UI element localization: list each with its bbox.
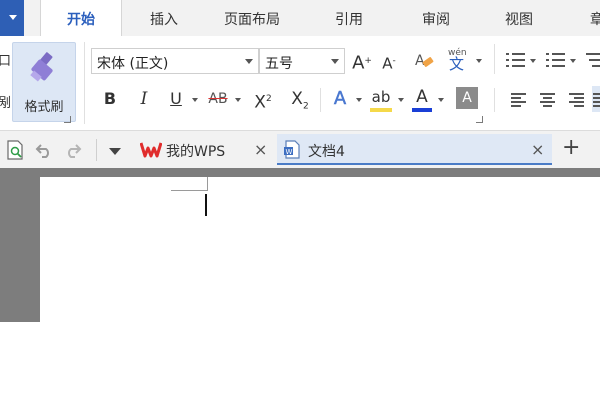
font-color-button[interactable]: A xyxy=(410,84,434,112)
toolbar-separator xyxy=(96,139,97,161)
superscript-mark: 2 xyxy=(265,94,272,104)
tab-references[interactable]: 引用 xyxy=(335,0,363,36)
text-cursor xyxy=(205,194,207,216)
grow-font-button[interactable]: A+ xyxy=(350,48,374,74)
close-icon[interactable]: × xyxy=(254,140,267,159)
highlight-button[interactable]: ab xyxy=(368,84,394,112)
strikethrough-button[interactable]: AB xyxy=(205,86,231,112)
chevron-down-icon[interactable] xyxy=(476,59,482,63)
tab-page-layout[interactable]: 页面布局 xyxy=(224,0,280,36)
shrink-font-sup: - xyxy=(392,56,396,66)
group-separator xyxy=(494,88,495,112)
menu-bar: 开始 插入 页面布局 引用 审阅 视图 章 xyxy=(0,0,600,36)
svg-text:A: A xyxy=(415,53,425,69)
chevron-down-icon xyxy=(9,15,17,20)
tab-home[interactable]: 开始 xyxy=(40,0,122,36)
format-painter-label: 格式刷 xyxy=(24,100,64,115)
superscript-glyph: X xyxy=(254,92,266,113)
tab-insert[interactable]: 插入 xyxy=(150,0,178,36)
redo-icon[interactable] xyxy=(64,142,82,158)
grow-font-glyph: A xyxy=(352,52,365,74)
phonetic-guide-button[interactable]: wén 文 xyxy=(446,46,472,76)
font-color-glyph: A xyxy=(416,87,428,107)
align-left-icon[interactable] xyxy=(511,93,526,107)
group-separator xyxy=(494,44,495,74)
chevron-down-icon[interactable] xyxy=(192,98,198,102)
bold-button[interactable]: B xyxy=(99,86,121,112)
font-name-value: 宋体 (正文) xyxy=(97,56,169,72)
tab-my-wps[interactable]: 我的WPS × xyxy=(132,134,276,165)
chevron-down-icon xyxy=(331,59,339,64)
paintbrush-icon xyxy=(30,52,53,82)
text-effect-button[interactable]: A xyxy=(328,86,352,112)
tab-my-wps-label: 我的WPS xyxy=(166,144,226,160)
partial-label-bottom: 剐 xyxy=(0,96,12,111)
clear-formatting-button[interactable]: A xyxy=(412,48,436,74)
tab-view[interactable]: 视图 xyxy=(505,0,533,36)
chevron-down-icon[interactable] xyxy=(570,59,576,63)
font-color-bar xyxy=(412,108,432,112)
customize-toolbar-chevron-icon[interactable] xyxy=(109,148,121,155)
document-tab-bar: 我的WPS × W 文档4 × + xyxy=(0,131,600,168)
chevron-down-icon xyxy=(245,59,253,64)
justify-button[interactable] xyxy=(592,86,600,112)
wps-logo-icon xyxy=(140,142,162,158)
chevron-down-icon[interactable] xyxy=(398,98,404,102)
highlight-color-bar xyxy=(370,108,392,112)
font-size-select[interactable]: 五号 xyxy=(259,48,345,74)
align-right-icon[interactable] xyxy=(569,93,584,107)
ribbon-left-partial: 口 剐 xyxy=(0,36,12,130)
font-name-select[interactable]: 宋体 (正文) xyxy=(91,48,259,74)
shrink-font-button[interactable]: A- xyxy=(377,48,401,74)
chevron-down-icon[interactable] xyxy=(438,98,444,102)
print-preview-icon[interactable] xyxy=(6,140,24,160)
partial-label-top: 口 xyxy=(0,54,12,69)
close-icon[interactable]: × xyxy=(531,140,544,159)
superscript-button[interactable]: X2 xyxy=(250,86,276,113)
new-tab-plus-icon[interactable]: + xyxy=(562,135,580,160)
document-workspace xyxy=(0,168,600,322)
tab-document-4-label: 文档4 xyxy=(308,144,345,160)
document-icon: W xyxy=(284,140,300,159)
clipboard-group-launcher[interactable] xyxy=(64,116,71,123)
undo-icon[interactable] xyxy=(35,142,53,158)
tab-chapter[interactable]: 章 xyxy=(590,0,600,36)
group-separator xyxy=(320,88,321,112)
underline-button[interactable]: U xyxy=(165,86,187,112)
format-painter-button[interactable]: 格式刷 xyxy=(12,42,76,122)
tab-review[interactable]: 审阅 xyxy=(422,0,450,36)
chevron-down-icon[interactable] xyxy=(356,98,362,102)
margin-corner-mark xyxy=(171,190,207,191)
margin-corner-mark xyxy=(207,177,208,191)
character-shading-button[interactable]: A xyxy=(456,87,478,109)
eraser-icon: A xyxy=(415,53,434,69)
align-center-icon[interactable] xyxy=(540,93,555,107)
app-menu-button[interactable] xyxy=(0,0,24,36)
align-justify-icon xyxy=(593,93,600,107)
chevron-down-icon[interactable] xyxy=(530,59,536,63)
phonetic-char: 文 xyxy=(449,55,465,73)
font-size-value: 五号 xyxy=(265,56,293,72)
document-page[interactable] xyxy=(40,177,600,322)
group-separator xyxy=(84,42,85,124)
svg-text:W: W xyxy=(286,148,293,156)
numbered-list-icon[interactable] xyxy=(546,53,566,69)
tab-document-4[interactable]: W 文档4 × xyxy=(277,134,552,165)
highlight-glyph: ab xyxy=(371,88,391,106)
ribbon: 口 剐 格式刷 宋体 (正文) 五号 A+ A- A wén 文 B I U A… xyxy=(0,36,600,131)
subscript-button[interactable]: X2 xyxy=(287,86,313,112)
shrink-font-glyph: A xyxy=(382,54,393,73)
italic-button[interactable]: I xyxy=(133,86,155,112)
bullet-list-icon[interactable] xyxy=(506,53,526,69)
subscript-mark: 2 xyxy=(302,101,309,112)
subscript-glyph: X xyxy=(291,89,303,109)
multilevel-list-icon[interactable] xyxy=(586,53,600,69)
chevron-down-icon[interactable] xyxy=(235,98,241,102)
font-group-launcher[interactable] xyxy=(476,116,483,123)
grow-font-sup: + xyxy=(364,56,372,66)
